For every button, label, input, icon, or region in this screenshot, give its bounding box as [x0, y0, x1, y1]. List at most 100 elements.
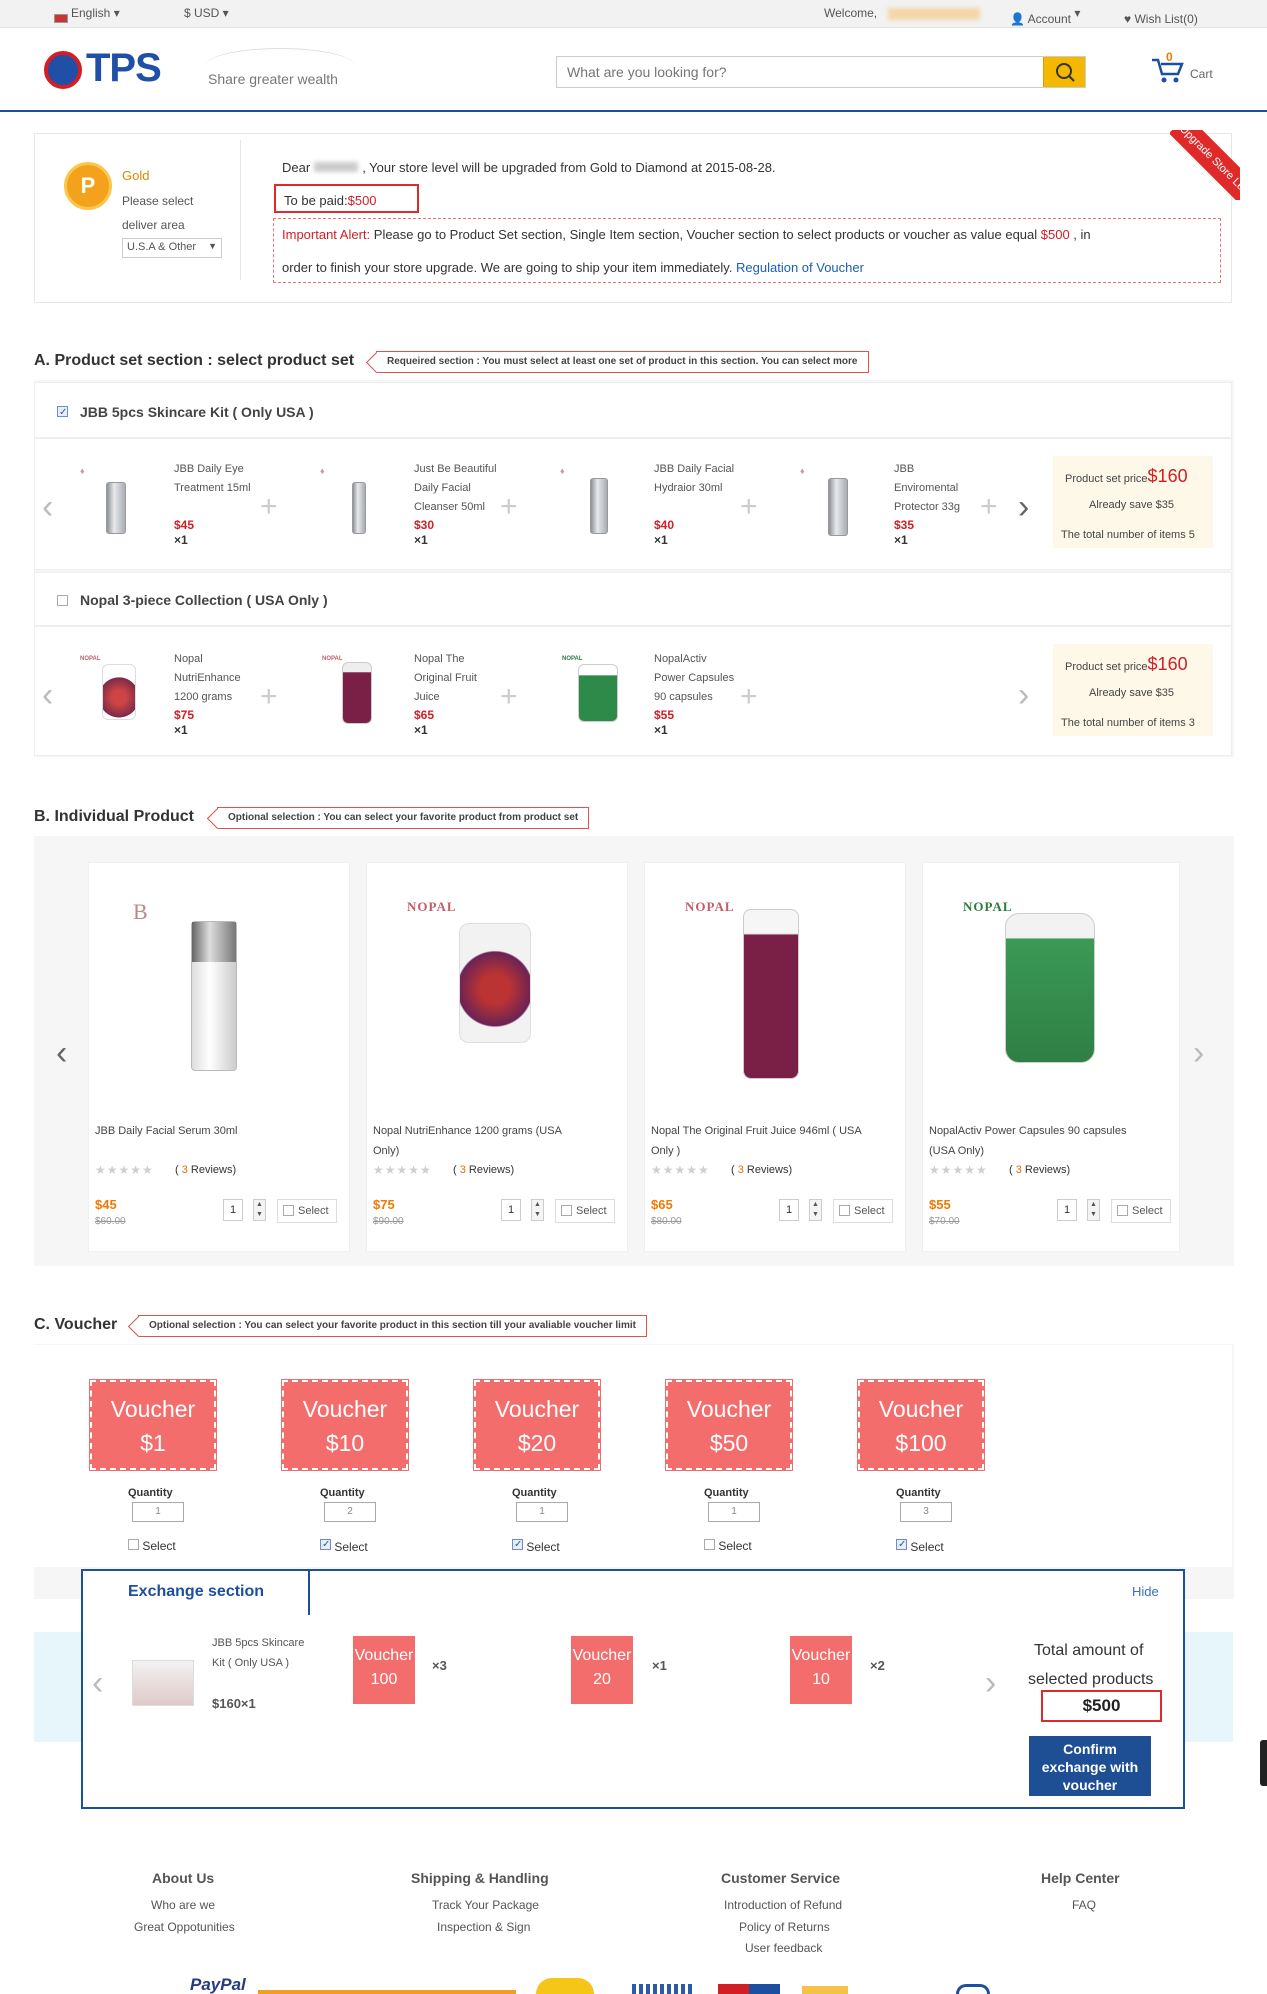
set-1-checkbox[interactable] — [57, 406, 68, 422]
area-select[interactable]: U.S.A & Other ▼ — [122, 238, 222, 258]
product-image[interactable]: NOPAL — [649, 867, 903, 1087]
footer-link[interactable]: Inspection & Sign — [437, 1920, 530, 1934]
item-qty: ×1 — [174, 723, 188, 737]
select-button[interactable]: Select — [555, 1199, 615, 1223]
wishlist-link[interactable]: ♥ Wish List(0) — [1124, 6, 1198, 26]
payment-logo — [802, 1986, 848, 1994]
quantity-stepper[interactable]: ▲ ▼ — [531, 1199, 544, 1221]
product-thumb[interactable] — [578, 664, 618, 722]
currency-selector[interactable]: $ USD ▾ — [184, 6, 229, 20]
products-next-arrow[interactable]: › — [1193, 1034, 1204, 1073]
select-button[interactable]: Select — [833, 1199, 893, 1223]
footer-link[interactable]: Track Your Package — [432, 1898, 539, 1912]
reviews-link[interactable]: ( 3 Reviews) — [175, 1164, 236, 1176]
product-card[interactable]: NOPAL NopalActiv Power Capsules 90 capsu… — [922, 862, 1180, 1252]
product-image[interactable]: NOPAL — [927, 867, 1177, 1087]
voucher-quantity-input[interactable]: 1 — [132, 1502, 184, 1522]
product-thumb[interactable] — [352, 482, 366, 534]
voucher-card[interactable]: Voucher $10 — [281, 1379, 409, 1471]
voucher-select[interactable]: Select — [896, 1539, 944, 1554]
set-1-price-box: Product set price$160 Already save $35 T… — [1053, 456, 1213, 548]
product-thumb[interactable] — [342, 662, 372, 724]
cart-label[interactable]: Cart — [1190, 67, 1213, 81]
quantity-stepper[interactable]: ▲ ▼ — [253, 1199, 266, 1221]
deliver-area-label: deliver area — [122, 218, 185, 232]
quantity-input[interactable]: 1 — [223, 1199, 243, 1221]
set-save: Already save $35 — [1089, 687, 1174, 699]
quantity-stepper[interactable]: ▲ ▼ — [1087, 1199, 1100, 1221]
voucher-select[interactable]: Select — [704, 1539, 752, 1553]
product-card[interactable]: NOPAL Nopal The Original Fruit Juice 946… — [644, 862, 906, 1252]
product-thumb[interactable] — [106, 482, 126, 534]
voucher-card[interactable]: Voucher $50 — [665, 1379, 793, 1471]
name-blurred — [314, 162, 359, 172]
product-thumb[interactable] — [102, 664, 136, 720]
product-thumb[interactable] — [590, 478, 608, 534]
product-name[interactable]: Nopal NutriEnhance 1200 grams (USA — [373, 1125, 562, 1137]
footer-link[interactable]: FAQ — [1072, 1898, 1096, 1912]
side-scroll-handle[interactable] — [1260, 1740, 1267, 1786]
voucher-select[interactable]: Select — [320, 1539, 368, 1554]
quantity-stepper[interactable]: ▲ ▼ — [809, 1199, 822, 1221]
reviews-link[interactable]: ( 3 Reviews) — [1009, 1164, 1070, 1176]
product-thumb[interactable] — [828, 478, 848, 536]
exchange-title: Exchange section — [128, 1583, 265, 1600]
footer-link[interactable]: Policy of Returns — [739, 1920, 830, 1934]
set-2-prev-arrow[interactable]: ‹ — [42, 676, 53, 715]
voucher-select[interactable]: Select — [128, 1539, 176, 1553]
account-menu[interactable]: 👤 Account ▾ — [1010, 6, 1080, 26]
voucher-quantity-input[interactable]: 3 — [900, 1502, 952, 1522]
product-name[interactable]: Nopal The Original Fruit Juice 946ml ( U… — [651, 1125, 862, 1137]
footer-link[interactable]: Great Oppotunities — [134, 1920, 235, 1934]
voucher-card[interactable]: Voucher $20 — [473, 1379, 601, 1471]
language-selector[interactable]: English ▾ — [54, 6, 120, 23]
serum-bottle — [191, 921, 237, 1071]
set-2-next-arrow[interactable]: › — [1018, 676, 1029, 715]
flag-icon — [54, 14, 68, 23]
quantity-input[interactable]: 1 — [779, 1199, 799, 1221]
search-input[interactable] — [557, 57, 1043, 87]
exchange-set-name: JBB 5pcs Skincare — [212, 1637, 305, 1649]
confirm-exchange-button[interactable]: Confirm exchange with voucher — [1029, 1736, 1151, 1796]
cart-count: 0 — [1166, 50, 1173, 64]
quantity-input[interactable]: 1 — [1057, 1199, 1077, 1221]
products-prev-arrow[interactable]: ‹ — [56, 1034, 67, 1073]
exchange-prev-arrow[interactable]: ‹ — [92, 1664, 103, 1703]
footer-link[interactable]: Introduction of Refund — [724, 1898, 842, 1912]
hide-link[interactable]: Hide — [1132, 1584, 1159, 1599]
footer-link[interactable]: Who are we — [151, 1898, 215, 1912]
select-button[interactable]: Select — [277, 1199, 337, 1223]
product-card[interactable]: NOPAL Nopal NutriEnhance 1200 grams (USA… — [366, 862, 628, 1252]
product-name[interactable]: JBB Daily Facial Serum 30ml — [95, 1125, 237, 1137]
product-image[interactable]: NOPAL — [371, 867, 625, 1087]
logo-icon[interactable] — [44, 51, 82, 89]
voucher-item: Voucher$100 Quantity 3 Select — [857, 1379, 988, 1560]
reviews-link[interactable]: ( 3 Reviews) — [453, 1164, 514, 1176]
set-1-next-arrow[interactable]: › — [1018, 488, 1029, 527]
voucher-card[interactable]: Voucher $1 — [89, 1379, 217, 1471]
exchange-next-arrow[interactable]: › — [985, 1664, 996, 1703]
product-name-2[interactable]: Only ) — [651, 1145, 680, 1157]
product-price: $55 — [929, 1197, 951, 1212]
voucher-quantity-input[interactable]: 2 — [324, 1502, 376, 1522]
product-name[interactable]: NopalActiv Power Capsules 90 capsules — [929, 1125, 1127, 1137]
quantity-input[interactable]: 1 — [501, 1199, 521, 1221]
product-image[interactable]: B — [93, 867, 347, 1087]
paypal-logo: PayPal — [190, 1975, 246, 1994]
product-card[interactable]: B JBB Daily Facial Serum 30ml ★★★★★ ( 3 … — [88, 862, 350, 1252]
set-2-checkbox[interactable] — [57, 594, 68, 609]
product-name-2[interactable]: (USA Only) — [929, 1145, 984, 1157]
voucher-select[interactable]: Select — [512, 1539, 560, 1554]
product-name-2[interactable]: Only) — [373, 1145, 399, 1157]
select-button[interactable]: Select — [1111, 1199, 1171, 1223]
logo-text[interactable]: TPS — [86, 46, 162, 91]
reviews-link[interactable]: ( 3 Reviews) — [731, 1164, 792, 1176]
voucher-quantity-input[interactable]: 1 — [516, 1502, 568, 1522]
search-button[interactable] — [1043, 57, 1085, 87]
regulation-link[interactable]: Regulation of Voucher — [736, 260, 864, 275]
voucher-card[interactable]: Voucher $100 — [857, 1379, 985, 1471]
username-blurred — [888, 8, 980, 20]
footer-link[interactable]: User feedback — [745, 1941, 822, 1955]
voucher-quantity-input[interactable]: 1 — [708, 1502, 760, 1522]
set-1-prev-arrow[interactable]: ‹ — [42, 488, 53, 527]
